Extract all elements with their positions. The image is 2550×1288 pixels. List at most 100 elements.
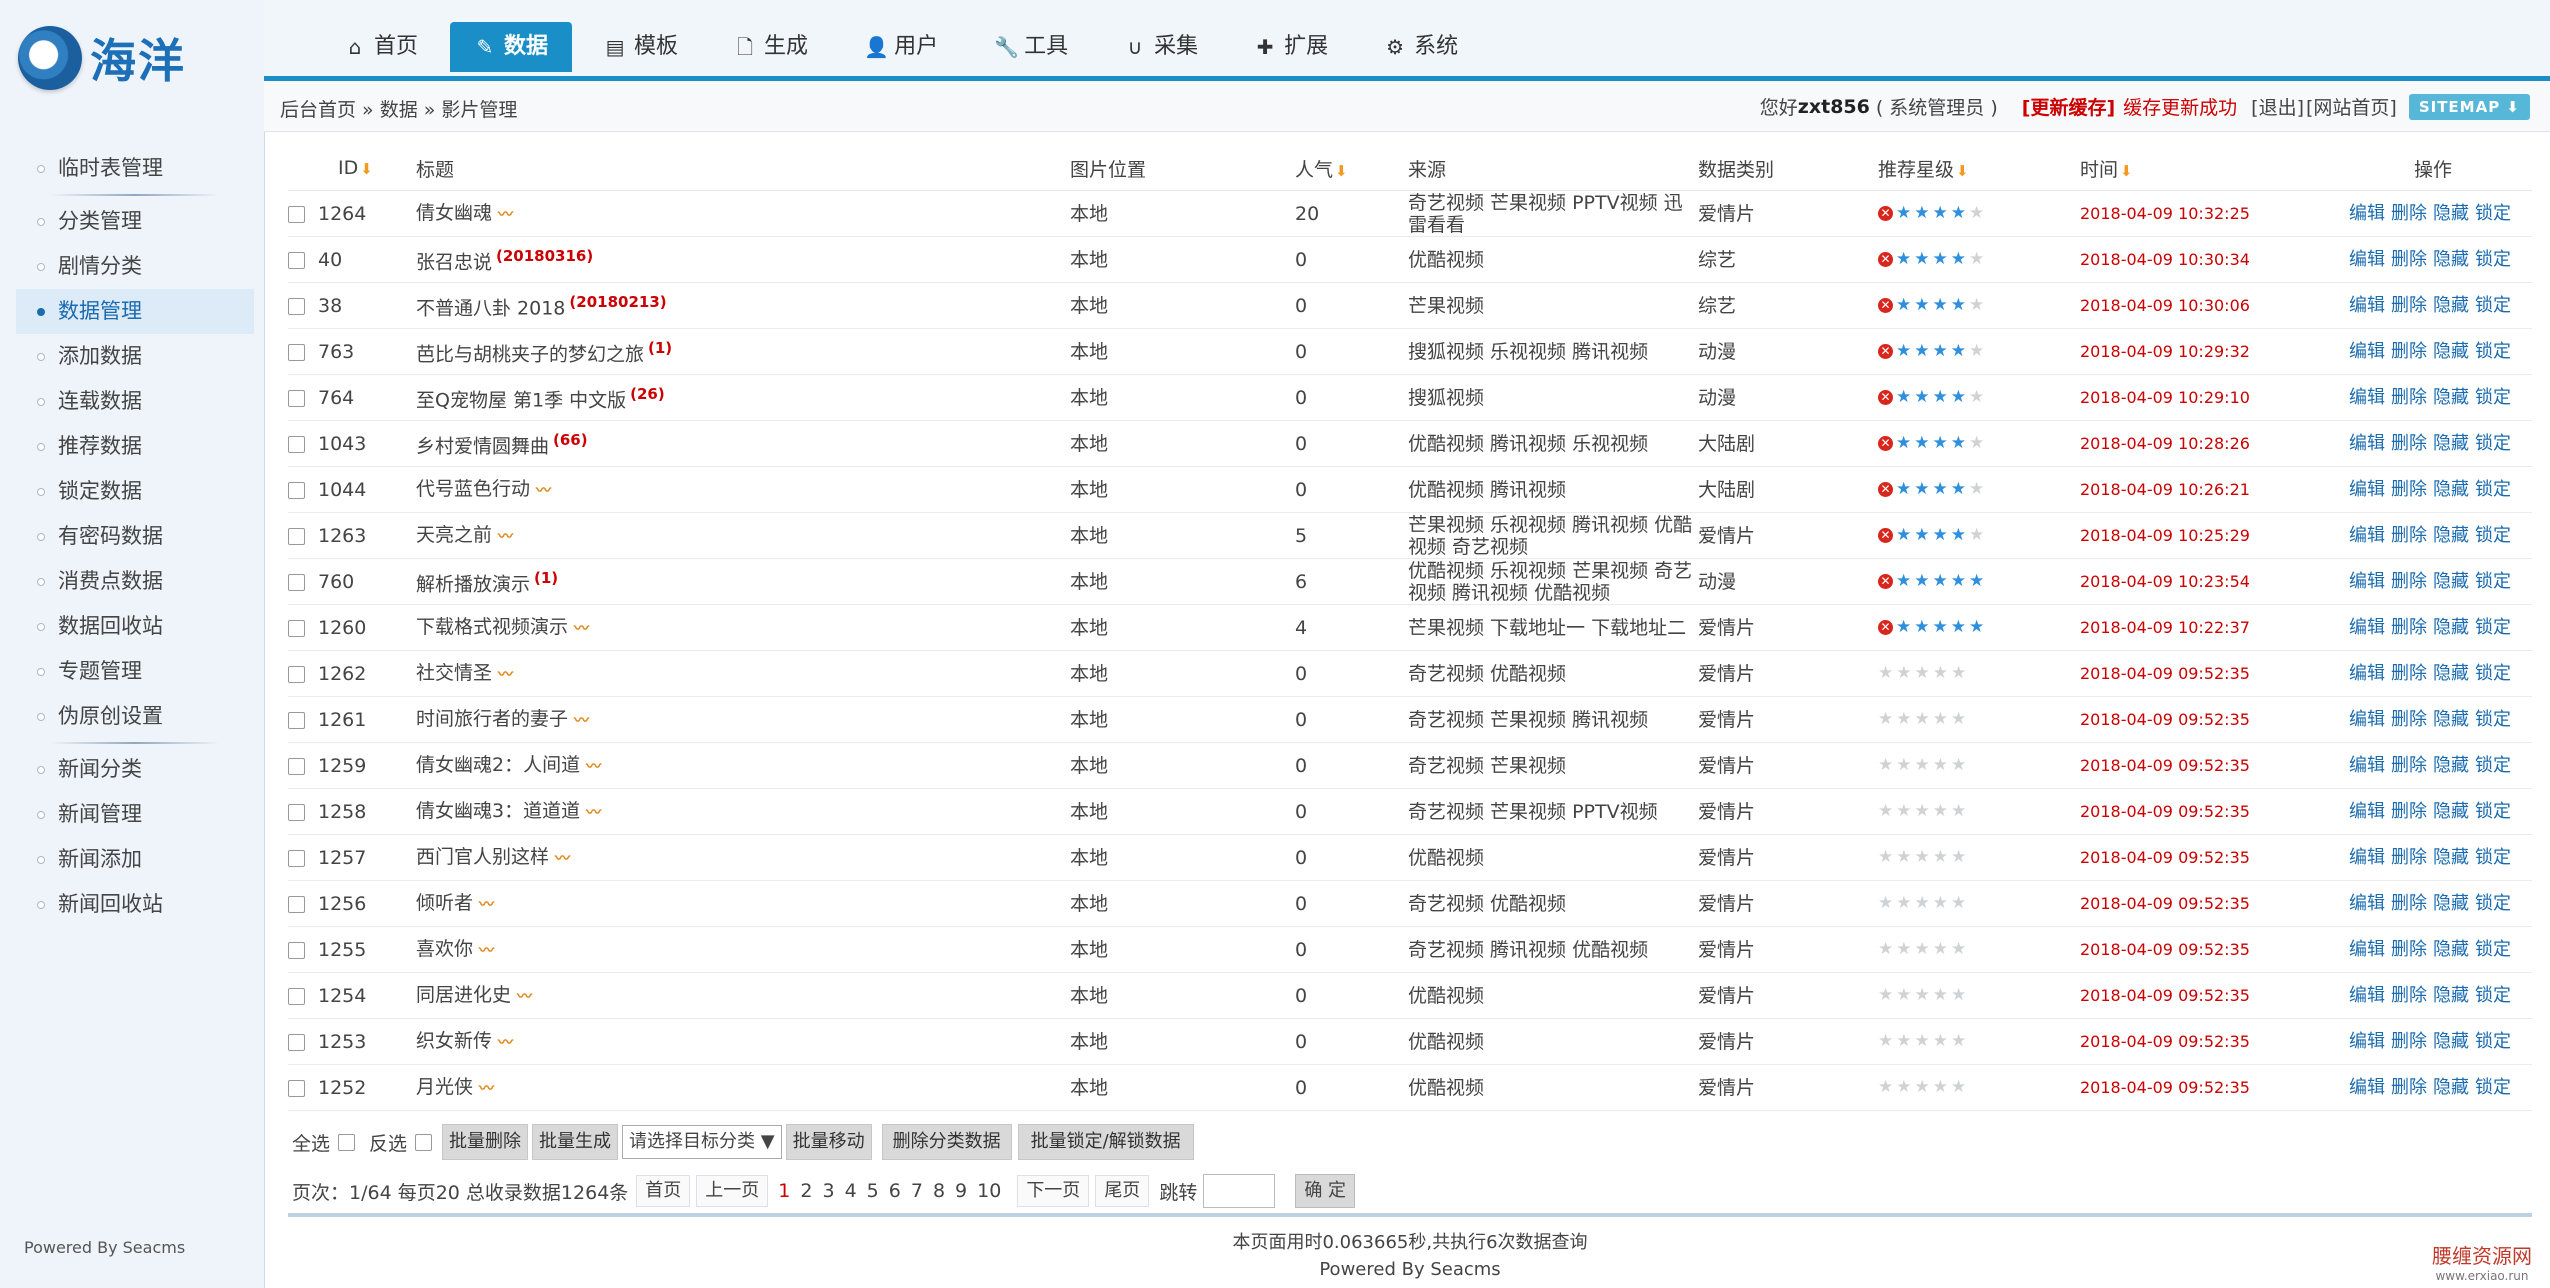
page-number-link[interactable]: 10 [977,1180,1001,1202]
row-title-link[interactable]: 倩女幽魂3：道道道 [416,800,580,822]
hide-link[interactable]: 隐藏 [2433,1031,2469,1052]
star-rating[interactable]: ✕ ★ ★ ★ ★ ★ [1878,389,2080,406]
row-checkbox[interactable] [288,205,305,223]
star-icon[interactable]: ★ [1915,849,1930,866]
page-number-link[interactable]: 6 [889,1180,901,1202]
row-title-link[interactable]: 代号蓝色行动 [416,478,530,500]
row-checkbox[interactable] [288,895,305,913]
delete-link[interactable]: 删除 [2391,801,2427,822]
star-icon[interactable]: ★ [1896,665,1911,682]
target-category-select[interactable]: 请选择目标分类 ▼ [622,1125,782,1159]
delete-link[interactable]: 删除 [2391,939,2427,960]
star-icon[interactable]: ★ [1915,757,1930,774]
star-icon[interactable]: ★ [1896,251,1911,268]
star-icon[interactable]: ★ [1933,573,1948,590]
row-title-link[interactable]: 喜欢你 [416,938,473,960]
row-title-link[interactable]: 西门官人别这样 [416,846,549,868]
tab-puzzle[interactable]: ✚ 扩展 [1230,22,1352,72]
sidebar-item[interactable]: 消费点数据 [16,559,254,604]
star-icon[interactable]: ★ [1951,895,1966,912]
star-icon[interactable]: ★ [1951,619,1966,636]
star-icon[interactable]: ★ [1951,297,1966,314]
row-title-link[interactable]: 社交情圣 [416,662,492,684]
page-number-link[interactable]: 2 [800,1180,812,1202]
star-icon[interactable]: ★ [1914,343,1929,360]
edit-link[interactable]: 编辑 [2349,341,2385,362]
hide-link[interactable]: 隐藏 [2433,985,2469,1006]
row-checkbox[interactable] [288,343,305,361]
row-title-link[interactable]: 时间旅行者的妻子 [416,708,568,730]
row-checkbox[interactable] [288,849,305,867]
star-icon[interactable]: ★ [1933,389,1948,406]
clear-rating-icon[interactable]: ✕ [1878,206,1893,221]
delete-link[interactable]: 删除 [2391,295,2427,316]
delete-link[interactable]: 删除 [2391,1077,2427,1098]
row-title-link[interactable]: 芭比与胡桃夹子的梦幻之旅 [416,344,644,366]
tab-magnet[interactable]: ∪ 采集 [1100,22,1222,72]
edit-link[interactable]: 编辑 [2349,985,2385,1006]
edit-link[interactable]: 编辑 [2349,801,2385,822]
star-rating[interactable]: ✕ ★ ★ ★ ★ ★ [1878,481,2080,498]
delete-link[interactable]: 删除 [2391,709,2427,730]
star-icon[interactable]: ★ [1933,803,1948,820]
edit-link[interactable]: 编辑 [2349,571,2385,592]
star-icon[interactable]: ★ [1915,1079,1930,1096]
delete-link[interactable]: 删除 [2391,893,2427,914]
star-rating[interactable]: ✕ ★ ★ ★ ★ ★ [1878,435,2080,452]
star-icon[interactable]: ★ [1914,481,1929,498]
row-checkbox[interactable] [288,619,305,637]
sidebar-item[interactable]: 添加数据 [16,334,254,379]
row-title-link[interactable]: 下载格式视频演示 [416,616,568,638]
star-icon[interactable]: ★ [1969,619,1984,636]
star-icon[interactable]: ★ [1878,665,1893,682]
star-icon[interactable]: ★ [1896,297,1911,314]
delete-link[interactable]: 删除 [2391,617,2427,638]
lock-link[interactable]: 锁定 [2475,939,2511,960]
lock-link[interactable]: 锁定 [2475,433,2511,454]
star-icon[interactable]: ★ [1896,711,1911,728]
header-time[interactable]: 时间 ⬇ [2080,146,2334,191]
page-number-link[interactable]: 1 [778,1180,790,1202]
select-all-checkbox[interactable] [338,1133,356,1151]
row-checkbox[interactable] [288,941,305,959]
edit-link[interactable]: 编辑 [2349,249,2385,270]
star-icon[interactable]: ★ [1914,389,1929,406]
row-checkbox[interactable] [288,757,305,775]
sidebar-item[interactable]: 新闻回收站 [16,882,254,927]
edit-link[interactable]: 编辑 [2349,617,2385,638]
tab-user[interactable]: 👤 用户 [840,22,962,72]
star-icon[interactable]: ★ [1896,987,1911,1004]
star-icon[interactable]: ★ [1969,527,1984,544]
edit-link[interactable]: 编辑 [2349,203,2385,224]
hide-link[interactable]: 隐藏 [2433,709,2469,730]
lock-link[interactable]: 锁定 [2475,1031,2511,1052]
star-icon[interactable]: ★ [1933,297,1948,314]
edit-link[interactable]: 编辑 [2349,709,2385,730]
row-title-link[interactable]: 同居进化史 [416,984,511,1006]
star-icon[interactable]: ★ [1933,711,1948,728]
star-icon[interactable]: ★ [1969,435,1984,452]
star-icon[interactable]: ★ [1933,205,1948,222]
star-icon[interactable]: ★ [1969,297,1984,314]
star-rating[interactable]: ★ ★ ★ ★ ★ [1878,711,2080,728]
row-title-link[interactable]: 解析播放演示 [416,574,530,596]
star-icon[interactable]: ★ [1896,803,1911,820]
clear-rating-icon[interactable]: ✕ [1878,620,1893,635]
star-icon[interactable]: ★ [1933,895,1948,912]
sidebar-item[interactable]: 推荐数据 [16,424,254,469]
sidebar-item[interactable]: 新闻添加 [16,837,254,882]
star-icon[interactable]: ★ [1933,1079,1948,1096]
edit-link[interactable]: 编辑 [2349,525,2385,546]
sidebar-item[interactable]: 锁定数据 [16,469,254,514]
clear-rating-icon[interactable]: ✕ [1878,344,1893,359]
star-icon[interactable]: ★ [1915,1033,1930,1050]
star-icon[interactable]: ★ [1896,573,1911,590]
star-icon[interactable]: ★ [1896,757,1911,774]
star-icon[interactable]: ★ [1896,849,1911,866]
row-checkbox[interactable] [288,435,305,453]
star-icon[interactable]: ★ [1915,895,1930,912]
clear-rating-icon[interactable]: ✕ [1878,390,1893,405]
row-title-link[interactable]: 不普通八卦 2018 [416,298,565,320]
sidebar-item[interactable]: 连载数据 [16,379,254,424]
star-icon[interactable]: ★ [1969,205,1984,222]
